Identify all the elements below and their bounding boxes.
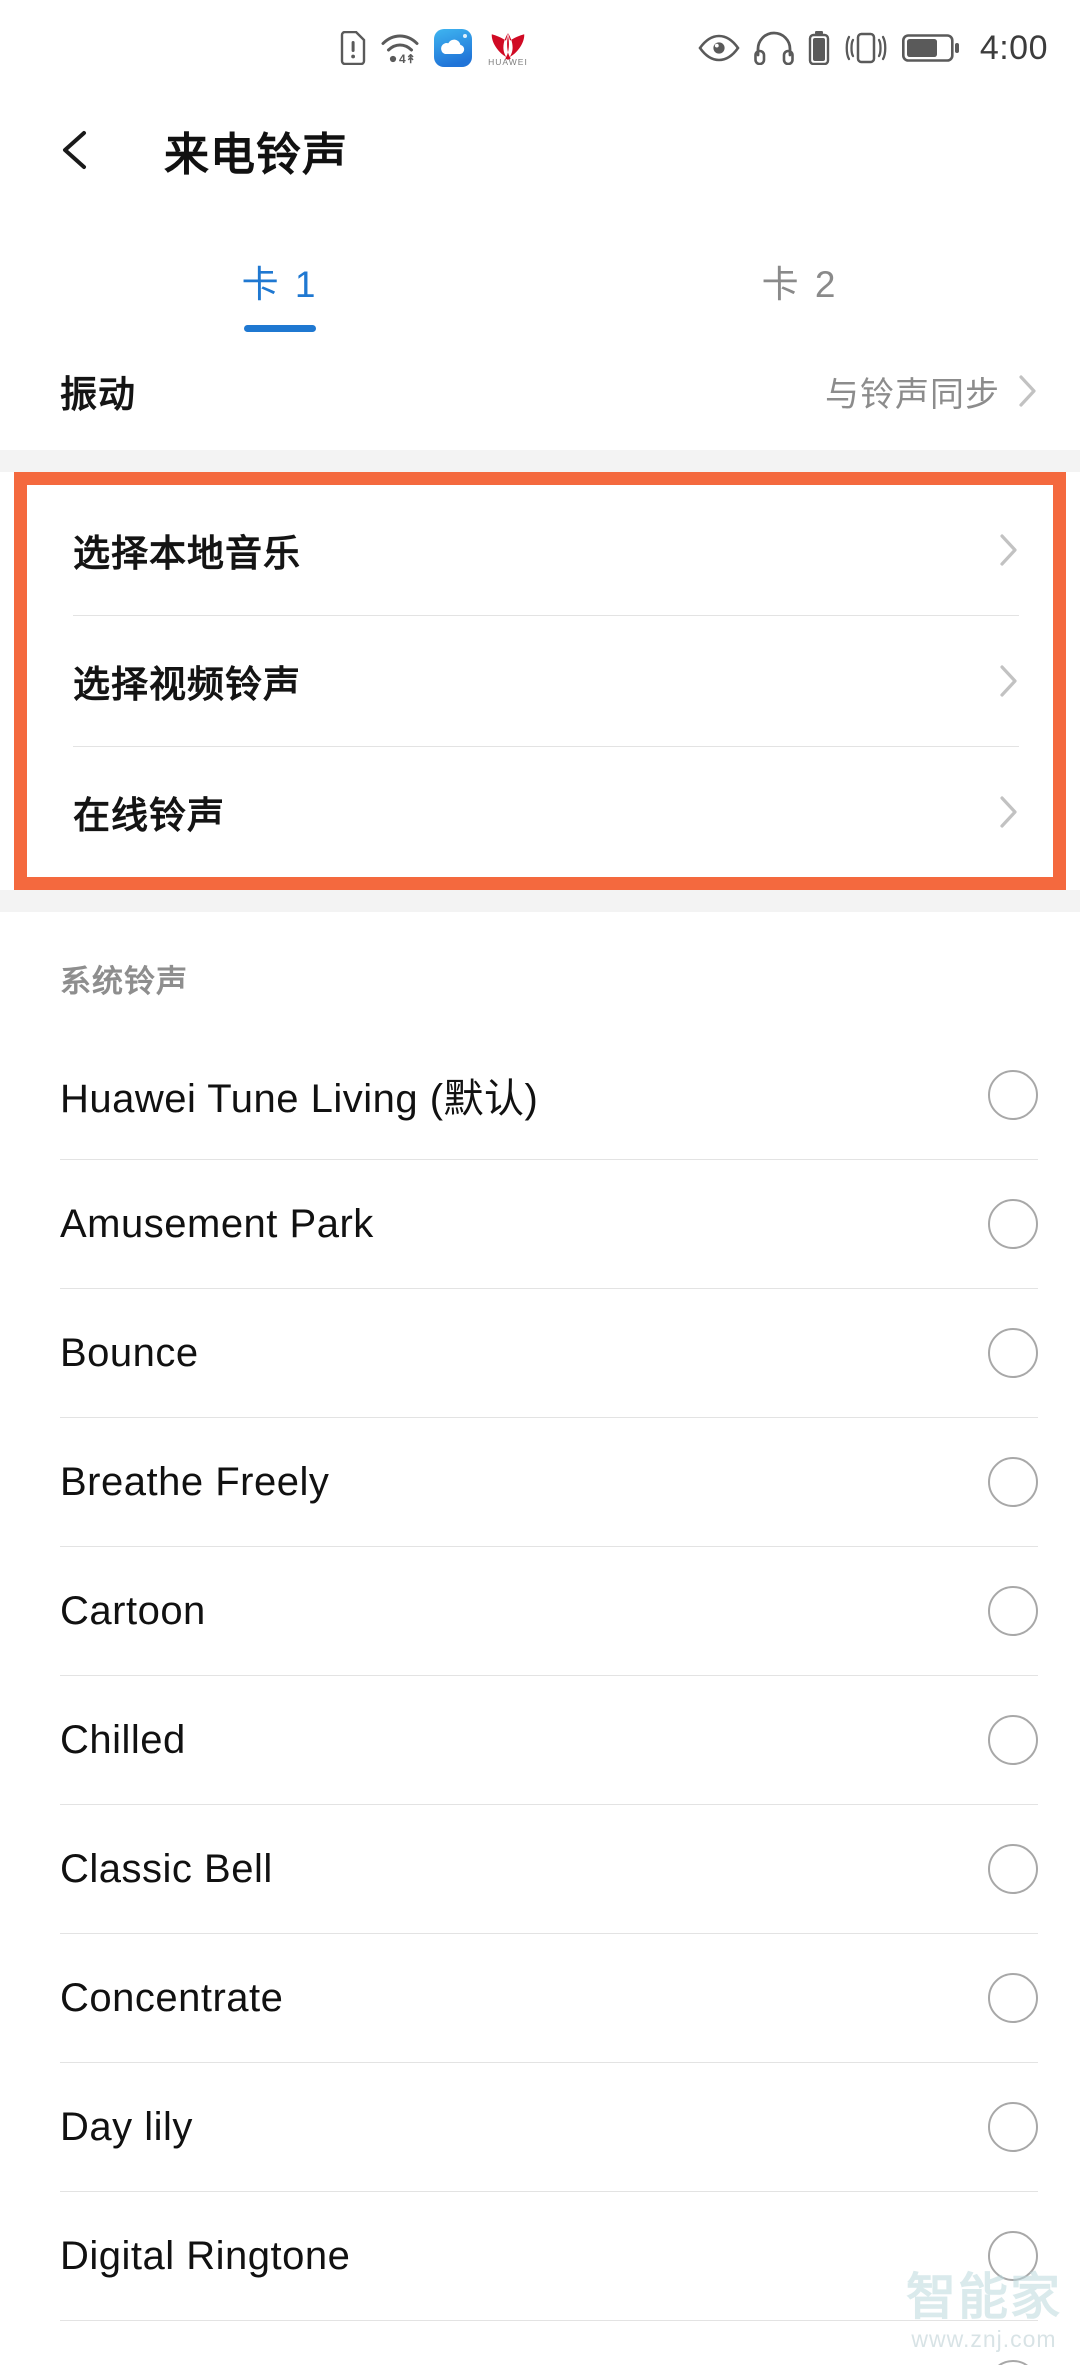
ringtone-row[interactable]: Huawei Tune Living (默认): [0, 1031, 1080, 1159]
online-ringtone-label: 在线铃声: [73, 795, 225, 836]
row-vibration[interactable]: 振动 与铃声同步: [0, 332, 1080, 450]
ringtone-name: Breathe Freely: [60, 1459, 330, 1504]
highlight-wrapper: 选择本地音乐 选择视频铃声 在线铃声: [0, 472, 1080, 890]
status-bar-right-icons: 4:00: [698, 29, 1080, 68]
battery-icon: [901, 33, 960, 63]
cloud-app-icon: [434, 29, 472, 67]
tab-sim-1[interactable]: 卡 1: [180, 254, 380, 332]
ringtone-source-highlight-box: 选择本地音乐 选择视频铃声 在线铃声: [14, 472, 1066, 890]
ringtone-name: Classic Bell: [60, 1846, 273, 1891]
headphone-battery-icon: [808, 31, 830, 65]
svg-text:HUAWEI: HUAWEI: [488, 57, 528, 67]
status-bar-left-icons: 4↟ HUAWEI: [340, 29, 530, 67]
ringtone-name: Cartoon: [60, 1588, 206, 1633]
ringtone-radio[interactable]: [988, 1586, 1038, 1636]
ringtone-name: Amusement Park: [60, 1201, 374, 1246]
ringtone-list: Huawei Tune Living (默认) Amusement Park Bou…: [0, 1031, 1080, 2365]
vibration-label: 振动: [60, 374, 136, 415]
status-bar: 4↟ HUAWEI 4:00: [0, 0, 1080, 96]
app-bar: 来电铃声: [0, 96, 1080, 204]
ringtone-row[interactable]: D: [0, 2321, 1080, 2365]
phone-screen: 4↟ HUAWEI 4:00 来电铃声 卡 1 卡 2 振动 与铃声同步 选择本…: [0, 0, 1080, 2365]
ringtone-radio[interactable]: [988, 1973, 1038, 2023]
ringtone-row[interactable]: Bounce: [0, 1289, 1080, 1417]
ringtone-radio[interactable]: [988, 1844, 1038, 1894]
ringtone-name: Bounce: [60, 1330, 199, 1375]
status-bar-clock: 4:00: [979, 28, 1048, 67]
chevron-right-icon: [999, 664, 1019, 698]
system-ringtones-card: 系统铃声 Huawei Tune Living (默认) Amusement Pa…: [0, 912, 1080, 2365]
select-local-music-label: 选择本地音乐: [73, 533, 301, 574]
vibrate-icon: [844, 31, 888, 65]
chevron-right-icon: [999, 795, 1019, 829]
row-select-local-music[interactable]: 选择本地音乐: [27, 485, 1053, 615]
ringtone-radio[interactable]: [988, 1715, 1038, 1765]
page-title: 来电铃声: [164, 128, 349, 180]
ringtone-radio[interactable]: [988, 1070, 1038, 1120]
huawei-logo-icon: HUAWEI: [486, 29, 530, 67]
section-gap: [0, 450, 1080, 472]
vibration-card: 振动 与铃声同步: [0, 332, 1080, 450]
row-select-video-ringtone[interactable]: 选择视频铃声: [27, 616, 1053, 746]
ringtone-name: Concentrate: [60, 1975, 284, 2020]
ringtone-row[interactable]: Classic Bell: [0, 1805, 1080, 1933]
svg-text:4↟: 4↟: [399, 52, 416, 65]
row-online-ringtone[interactable]: 在线铃声: [27, 747, 1053, 877]
back-arrow-icon[interactable]: [52, 123, 106, 177]
ringtone-row[interactable]: Concentrate: [0, 1934, 1080, 2062]
ringtone-name: Chilled: [60, 1717, 186, 1762]
chevron-right-icon: [1018, 374, 1038, 408]
select-video-ringtone-label: 选择视频铃声: [73, 664, 301, 705]
section-gap: [0, 890, 1080, 912]
ringtone-radio[interactable]: [988, 1199, 1038, 1249]
ringtone-row[interactable]: Digital Ringtone: [0, 2192, 1080, 2320]
eye-comfort-icon: [698, 34, 740, 62]
ringtone-radio[interactable]: [988, 2102, 1038, 2152]
ringtone-name: Huawei Tune Living (默认): [60, 1077, 539, 1121]
sim-card-tabs: 卡 1 卡 2: [0, 204, 1080, 332]
ringtone-radio[interactable]: [988, 1328, 1038, 1378]
ringtone-row[interactable]: Cartoon: [0, 1547, 1080, 1675]
ringtone-row[interactable]: Day lily: [0, 2063, 1080, 2191]
sim-alert-icon: [340, 31, 366, 65]
ringtone-row[interactable]: Breathe Freely: [0, 1418, 1080, 1546]
ringtone-row[interactable]: Chilled: [0, 1676, 1080, 1804]
ringtone-name: Day lily: [60, 2104, 193, 2149]
tab-sim-2[interactable]: 卡 2: [700, 254, 900, 332]
ringtone-radio[interactable]: [988, 2360, 1038, 2365]
wifi-icon: 4↟: [380, 31, 420, 65]
system-ringtones-header: 系统铃声: [0, 912, 1080, 1031]
chevron-right-icon: [999, 533, 1019, 567]
ringtone-row[interactable]: Amusement Park: [0, 1160, 1080, 1288]
vibration-value: 与铃声同步: [825, 375, 1000, 414]
ringtone-radio[interactable]: [988, 1457, 1038, 1507]
ringtone-radio[interactable]: [988, 2231, 1038, 2281]
headphones-icon: [754, 31, 794, 65]
ringtone-name: Digital Ringtone: [60, 2233, 351, 2278]
